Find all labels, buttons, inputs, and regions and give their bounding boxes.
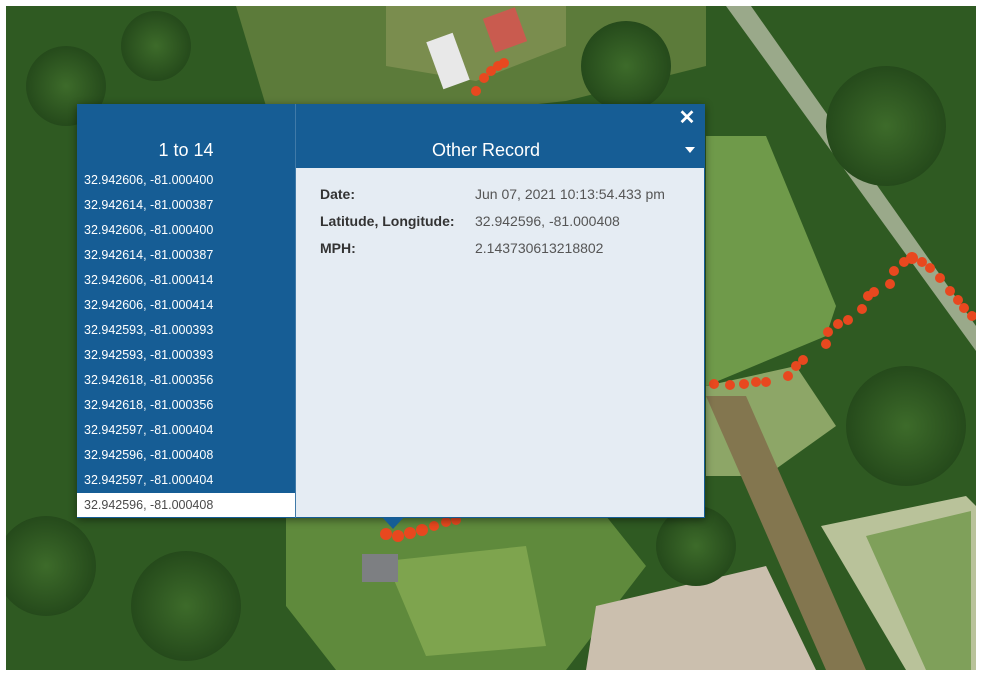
caret-down-icon[interactable]	[681, 141, 699, 159]
record-popup: ✕ 1 to 14 32.942606, -81.000400 32.942614…	[77, 104, 705, 529]
track-point[interactable]	[751, 377, 761, 387]
track-point[interactable]	[380, 528, 392, 540]
track-point[interactable]	[889, 266, 899, 276]
track-point[interactable]	[857, 304, 867, 314]
track-point[interactable]	[739, 379, 749, 389]
detail-header: Other Record	[296, 132, 705, 168]
track-point[interactable]	[429, 521, 439, 531]
record-list-item[interactable]: 32.942593, -81.000393	[77, 318, 295, 342]
close-icon[interactable]: ✕	[677, 108, 697, 128]
track-point[interactable]	[833, 319, 843, 329]
track-point[interactable]	[869, 287, 879, 297]
track-point[interactable]	[925, 263, 935, 273]
track-point[interactable]	[821, 339, 831, 349]
record-list-item[interactable]: 32.942614, -81.000387	[77, 193, 295, 217]
track-point[interactable]	[885, 279, 895, 289]
record-list-item[interactable]: 32.942606, -81.000400	[77, 218, 295, 242]
map-viewer: ✕ 1 to 14 32.942606, -81.000400 32.942614…	[0, 0, 981, 677]
tree-clump	[846, 366, 966, 486]
track-point[interactable]	[906, 252, 918, 264]
track-point[interactable]	[416, 524, 428, 536]
record-list-item[interactable]: 32.942618, -81.000356	[77, 368, 295, 392]
field-label: Latitude, Longitude:	[320, 213, 455, 229]
tree-clump	[656, 506, 736, 586]
field-label: Date:	[320, 186, 356, 202]
track-point[interactable]	[441, 517, 451, 527]
record-list-item[interactable]: 32.942606, -81.000400	[77, 168, 295, 192]
field-value: 2.143730613218802	[475, 240, 604, 256]
record-list-item[interactable]: 32.942593, -81.000393	[77, 343, 295, 367]
record-list: 32.942606, -81.000400 32.942614, -81.0003…	[77, 168, 295, 518]
track-point[interactable]	[959, 303, 969, 313]
popup-pointer	[382, 517, 404, 529]
track-point[interactable]	[935, 273, 945, 283]
tree-clump	[121, 11, 191, 81]
track-point[interactable]	[823, 327, 833, 337]
record-list-item[interactable]: 32.942596, -81.000408	[77, 443, 295, 467]
record-list-item[interactable]: 32.942596, -81.000408	[77, 493, 295, 517]
track-point[interactable]	[479, 73, 489, 83]
building-house	[362, 554, 398, 582]
track-point[interactable]	[761, 377, 771, 387]
tree-clump	[581, 21, 671, 111]
record-list-item[interactable]: 32.942606, -81.000414	[77, 293, 295, 317]
field-value: 32.942596, -81.000408	[475, 213, 620, 229]
detail-panel: Date: Jun 07, 2021 10:13:54.433 pm Latit…	[296, 168, 704, 517]
track-point[interactable]	[917, 257, 927, 267]
record-list-item[interactable]: 32.942614, -81.000387	[77, 243, 295, 267]
field-value: Jun 07, 2021 10:13:54.433 pm	[475, 186, 665, 202]
track-point[interactable]	[725, 380, 735, 390]
track-point[interactable]	[471, 86, 481, 96]
record-list-item[interactable]: 32.942618, -81.000356	[77, 393, 295, 417]
field-label: MPH:	[320, 240, 356, 256]
record-list-item[interactable]: 32.942597, -81.000404	[77, 468, 295, 492]
tree-clump	[826, 66, 946, 186]
record-list-item[interactable]: 32.942606, -81.000414	[77, 268, 295, 292]
track-point[interactable]	[798, 355, 808, 365]
track-point[interactable]	[499, 58, 509, 68]
track-point[interactable]	[843, 315, 853, 325]
detail-title: Other Record	[431, 140, 541, 160]
track-point[interactable]	[783, 371, 793, 381]
track-point[interactable]	[392, 530, 404, 542]
track-point[interactable]	[709, 379, 719, 389]
tree-clump	[131, 551, 241, 661]
track-point[interactable]	[404, 527, 416, 539]
record-range-label: 1 to 14	[158, 140, 214, 160]
record-list-item[interactable]: 32.942597, -81.000404	[77, 418, 295, 442]
track-point[interactable]	[945, 286, 955, 296]
track-point[interactable]	[953, 295, 963, 305]
